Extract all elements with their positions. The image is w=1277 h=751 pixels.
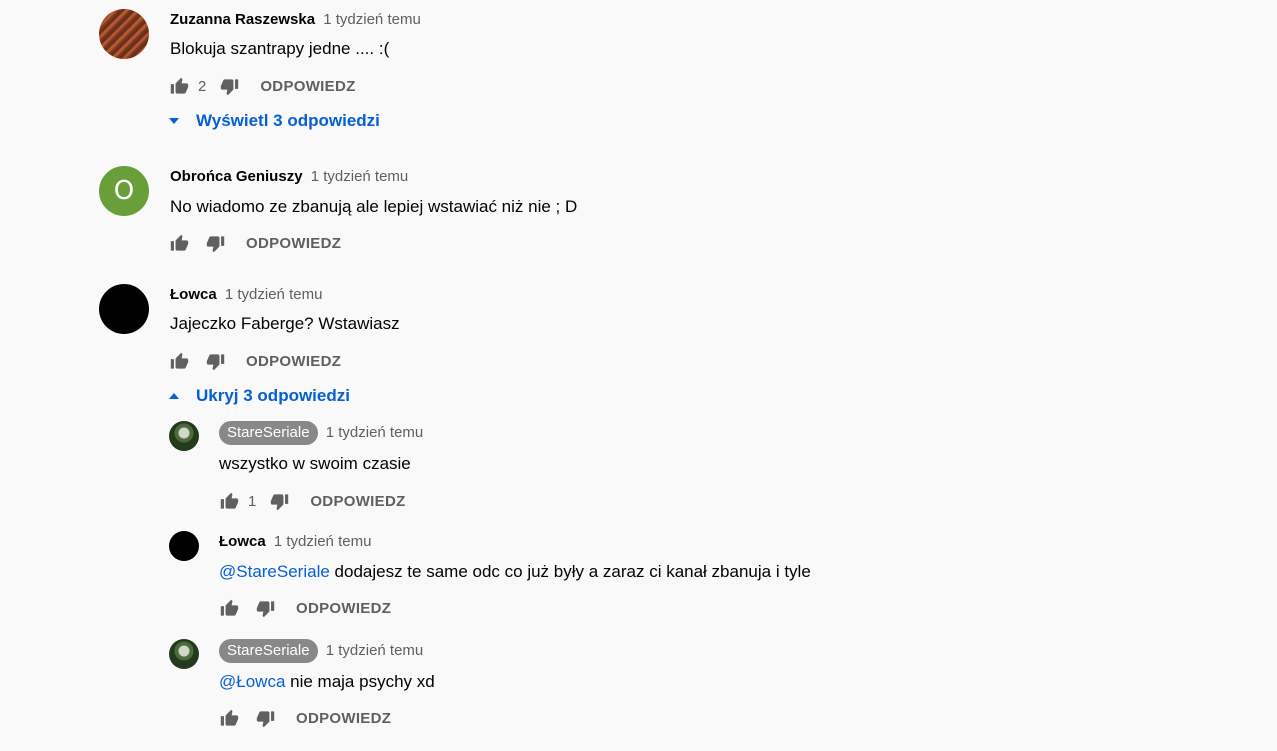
thumb-up-icon[interactable] [168,350,190,372]
reply-header: StareSeriale 1 tydzień temu [219,639,423,663]
owner-author-badge[interactable]: StareSeriale [219,639,318,663]
comment-header: Łowca 1 tydzień temu [170,286,322,304]
hide-replies-label: Ukryj 3 odpowiedzi [196,386,350,405]
thumb-down-icon[interactable] [268,490,290,512]
thumb-down-icon[interactable] [204,232,226,254]
reply-button[interactable]: ODPOWIEDZ [246,353,341,370]
comment-text: Jajeczko Faberge? Wstawiasz [170,314,400,333]
comment-text: Blokuja szantrapy jedne .... :( [170,39,390,58]
avatar[interactable] [169,531,199,561]
thumb-up-icon[interactable] [218,597,240,619]
comment-header: Zuzanna Raszewska 1 tydzień temu [170,11,421,29]
thumb-up-icon[interactable] [218,707,240,729]
comment-text: No wiadomo ze zbanują ale lepiej wstawia… [170,197,578,216]
comment-header: Obrońca Geniuszy 1 tydzień temu [170,168,408,186]
hide-replies-button[interactable]: Ukryj 3 odpowiedzi [169,386,350,406]
reply-actions: ODPOWIEDZ [218,597,391,619]
reply-text: wszystko w swoim czasie [219,454,411,473]
owner-author-badge[interactable]: StareSeriale [219,421,318,445]
avatar[interactable] [99,284,149,334]
reply-button[interactable]: ODPOWIEDZ [296,600,391,617]
view-replies-label: Wyświetl 3 odpowiedzi [196,111,380,130]
avatar[interactable] [169,639,199,669]
like-count: 1 [248,492,257,510]
avatar[interactable]: O [99,166,149,216]
reply-actions: ODPOWIEDZ [218,707,391,729]
thumb-down-icon[interactable] [218,75,240,97]
author-name[interactable]: Zuzanna Raszewska [170,11,315,28]
comment-time[interactable]: 1 tydzień temu [326,642,424,659]
reply-button[interactable]: ODPOWIEDZ [260,78,355,95]
reply-button[interactable]: ODPOWIEDZ [310,493,405,510]
comment-time[interactable]: 1 tydzień temu [323,11,421,28]
comment-actions: ODPOWIEDZ [168,350,341,372]
reply-text: @StareSeriale dodajesz te same odc co ju… [219,561,811,583]
avatar[interactable] [99,9,149,59]
comment-time[interactable]: 1 tydzień temu [311,168,409,185]
mention-link[interactable]: @Łowca [219,672,285,691]
comment-actions: 2 ODPOWIEDZ [168,75,356,97]
avatar[interactable] [169,421,199,451]
reply-body: nie maja psychy xd [285,672,435,691]
reply-text: @Łowca nie maja psychy xd [219,671,435,693]
reply-button[interactable]: ODPOWIEDZ [246,235,341,252]
thumb-down-icon[interactable] [254,597,276,619]
comment-time[interactable]: 1 tydzień temu [274,533,372,550]
comment-time[interactable]: 1 tydzień temu [326,424,424,441]
reply-header: Łowca 1 tydzień temu [219,533,371,551]
thumb-up-icon[interactable] [168,232,190,254]
thumb-down-icon[interactable] [254,707,276,729]
caret-up-icon [169,391,179,401]
author-name[interactable]: Łowca [170,286,217,303]
reply-header: StareSeriale 1 tydzień temu [219,421,423,445]
like-count: 2 [198,77,207,95]
mention-link[interactable]: @StareSeriale [219,562,330,581]
view-replies-button[interactable]: Wyświetl 3 odpowiedzi [169,111,380,131]
reply-actions: 1 ODPOWIEDZ [218,490,406,512]
reply-body: dodajesz te same odc co już były a zaraz… [329,562,811,581]
reply-button[interactable]: ODPOWIEDZ [296,710,391,727]
comment-time[interactable]: 1 tydzień temu [225,286,323,303]
thumb-down-icon[interactable] [204,350,226,372]
comment-actions: ODPOWIEDZ [168,232,341,254]
caret-down-icon [169,116,179,126]
avatar-letter: O [113,176,135,206]
author-name[interactable]: Obrońca Geniuszy [170,168,303,185]
author-name[interactable]: Łowca [219,533,266,550]
thumb-up-icon[interactable] [218,490,240,512]
thumb-up-icon[interactable] [168,75,190,97]
